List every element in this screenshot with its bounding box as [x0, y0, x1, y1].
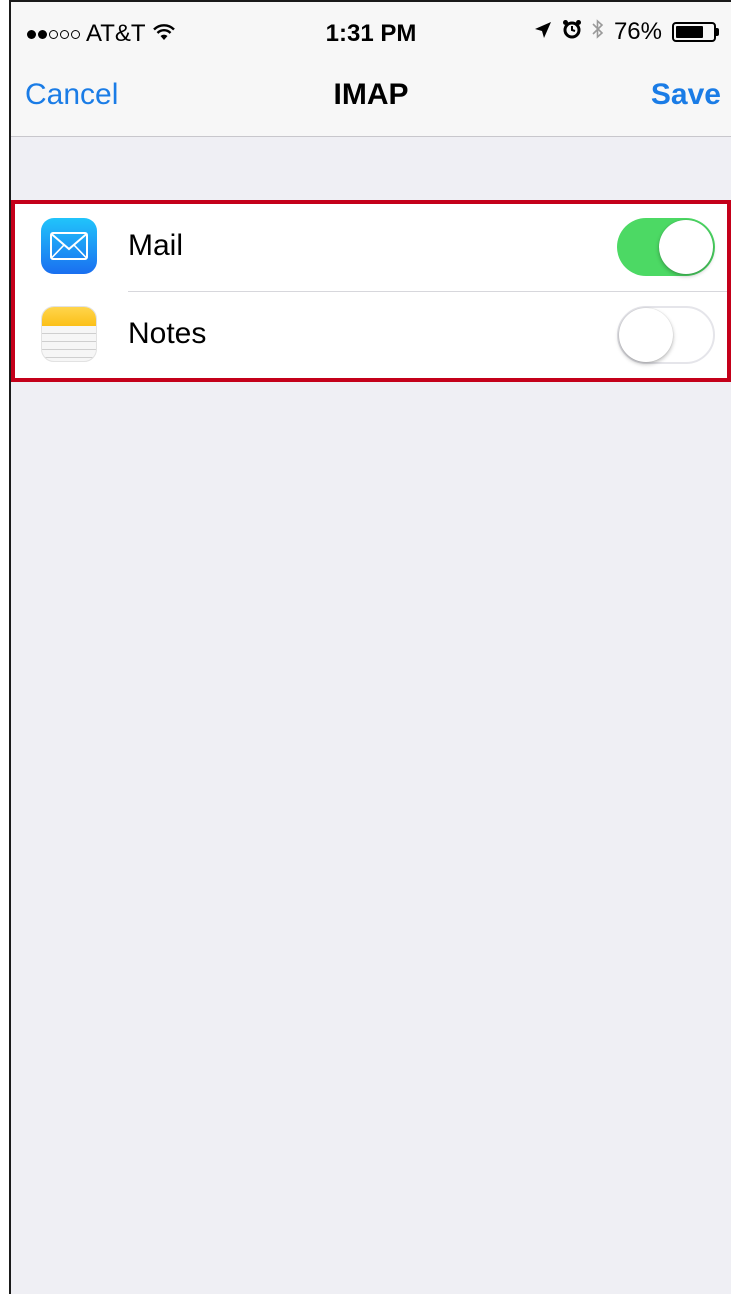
notes-icon-line — [42, 349, 96, 350]
row-label-mail: Mail — [128, 229, 184, 262]
location-arrow-icon — [534, 18, 552, 46]
notes-icon-line — [42, 333, 96, 334]
save-button[interactable]: Save — [651, 78, 721, 112]
status-right: 76% — [534, 18, 719, 46]
phone-screen: AT&T 1:31 PM 76% Cancel IMAP Save Mail N… — [9, 0, 731, 1294]
notes-icon-header — [42, 307, 96, 326]
notes-icon-line — [42, 357, 96, 358]
notes-icon-line — [42, 341, 96, 342]
row-label-notes: Notes — [128, 317, 207, 350]
battery-nub — [716, 28, 719, 36]
mail-toggle[interactable] — [617, 218, 715, 276]
battery-fill — [676, 26, 704, 38]
battery-percent: 76% — [613, 18, 662, 45]
status-bar: AT&T 1:31 PM 76% — [11, 2, 731, 64]
alarm-clock-icon — [562, 18, 582, 46]
toggle-knob — [619, 308, 673, 362]
list-item-notes: Notes — [15, 292, 727, 379]
notes-app-icon — [41, 306, 97, 362]
bluetooth-icon — [592, 18, 604, 46]
notes-toggle[interactable] — [617, 306, 715, 364]
page-title: IMAP — [333, 78, 409, 111]
toggle-knob — [659, 220, 713, 274]
battery-shell — [672, 22, 716, 42]
account-services-list: Mail Notes — [11, 200, 731, 382]
mail-app-icon — [41, 218, 97, 274]
battery-icon — [672, 22, 719, 42]
navigation-bar: Cancel IMAP Save — [11, 64, 731, 137]
list-item-mail: Mail — [15, 204, 727, 292]
